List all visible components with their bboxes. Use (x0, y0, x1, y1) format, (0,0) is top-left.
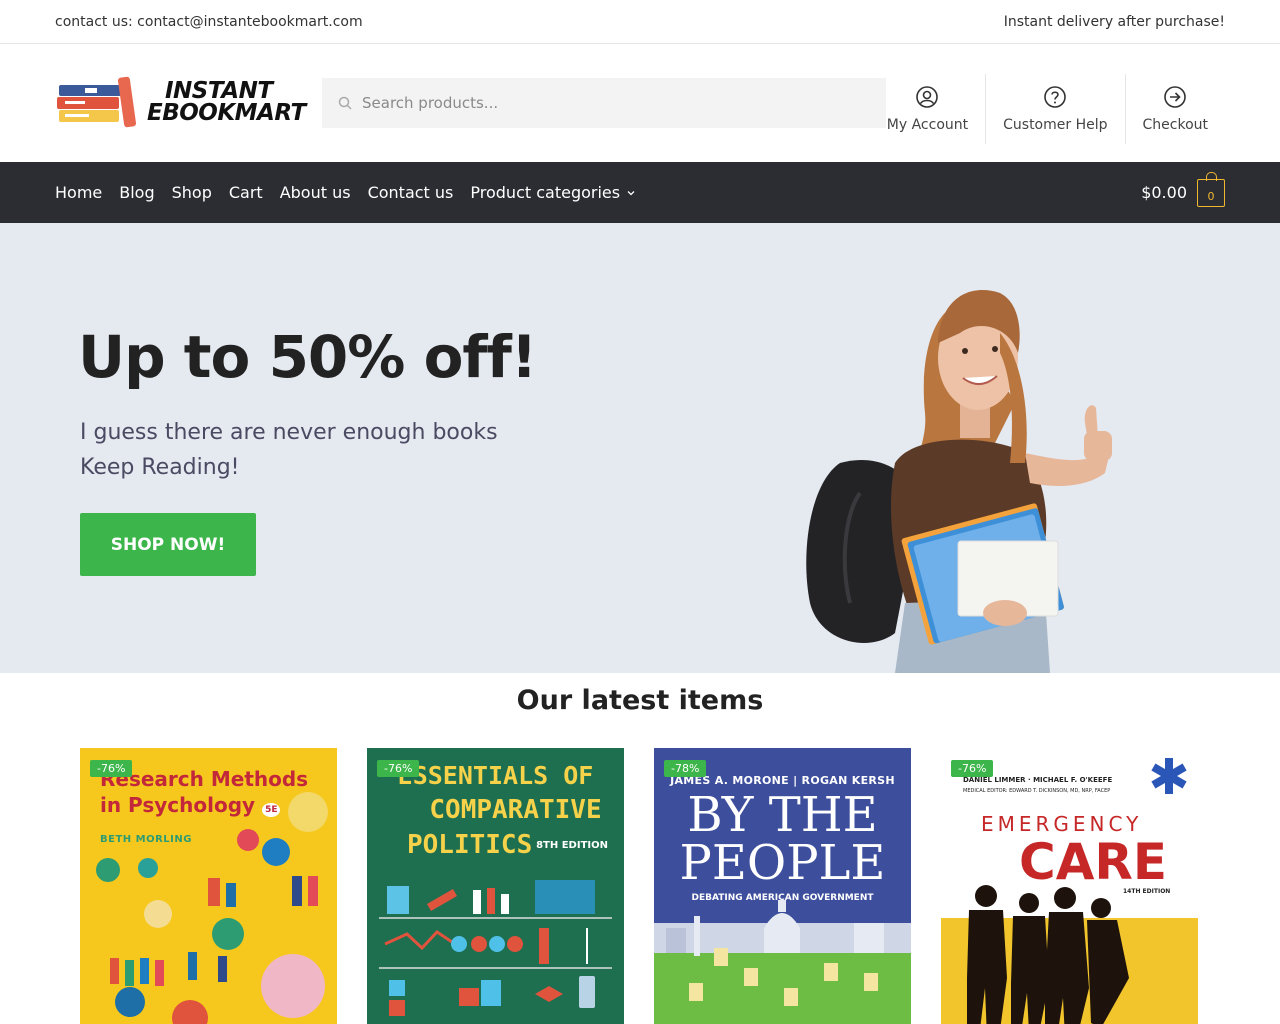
cover-edition: 8TH EDITION (536, 840, 608, 851)
books-logo-icon (55, 75, 139, 131)
contact-text: contact us: contact@instantebookmart.com (55, 13, 363, 30)
nav-product-categories-label: Product categories (470, 183, 621, 202)
header-cart[interactable]: $0.00 0 (1141, 171, 1225, 207)
nav-blog[interactable]: Blog (119, 183, 154, 202)
hero-title: Up to 50% off! (78, 323, 537, 391)
logo-line-2: EBOOKMART (147, 100, 306, 126)
search-icon (338, 96, 352, 110)
search-input[interactable] (362, 94, 842, 112)
cover-title-line-2: CARE (1019, 833, 1168, 891)
my-account-label: My Account (886, 117, 969, 133)
arrow-circle-icon (1164, 86, 1187, 108)
customer-help-link[interactable]: Customer Help (985, 74, 1124, 144)
cover-medical-editor: MEDICAL EDITOR: EDWARD T. DICKINSON, MD,… (963, 788, 1111, 794)
cover-title: Research Methods in Psychology 5E BETH M… (100, 766, 337, 853)
cover-title: DANIEL LIMMER · MICHAEL F. O'KEEFE MEDIC… (941, 776, 1198, 895)
hero-subtitle: I guess there are never enough books Kee… (80, 415, 498, 485)
hero-line-2: Keep Reading! (80, 455, 240, 480)
cart-total: $0.00 (1141, 183, 1187, 202)
checkout-label: Checkout (1142, 117, 1209, 133)
cart-count: 0 (1207, 189, 1215, 203)
search-box[interactable] (322, 78, 886, 128)
logo-text: INSTANT EBOOKMART (147, 80, 306, 126)
header-links: My Account Customer Help Checkout (870, 74, 1225, 144)
question-icon (1044, 86, 1067, 108)
user-icon (916, 86, 939, 108)
product-grid: -76% Research Methods in Psychology 5E B… (0, 748, 1280, 1024)
cover-title-line-3: POLITICS 8TH EDITION (367, 828, 624, 863)
cover-title-line-1: Research Methods (100, 767, 309, 791)
product-card[interactable]: -76% DANIEL LIMMER · MICHAEL F. O'KEEFE … (941, 748, 1198, 1024)
product-card[interactable]: -76% Research Methods in Psychology 5E B… (80, 748, 337, 1024)
discount-badge: -76% (90, 760, 133, 777)
my-account-link[interactable]: My Account (870, 74, 985, 144)
discount-badge: -78% (664, 760, 707, 777)
site-logo[interactable]: INSTANT EBOOKMART (55, 73, 306, 133)
student-with-books-image (806, 290, 1112, 673)
nav-contact[interactable]: Contact us (368, 183, 454, 202)
nav-product-categories[interactable]: Product categories (470, 183, 636, 202)
nav-cart[interactable]: Cart (229, 183, 263, 202)
cover-author: BETH MORLING (100, 834, 192, 845)
cover-title: JAMES A. MORONE | ROGAN KERSH BY THE PEO… (654, 774, 911, 903)
latest-items-title: Our latest items (516, 685, 764, 716)
cover-subtitle: DEBATING AMERICAN GOVERNMENT (691, 893, 874, 903)
site-header: INSTANT EBOOKMART My Account Customer (0, 44, 1280, 162)
delivery-text: Instant delivery after purchase! (1003, 13, 1225, 30)
cover-authors: DANIEL LIMMER · MICHAEL F. O'KEEFE (963, 776, 1113, 784)
discount-badge: -76% (951, 760, 994, 777)
hero-banner: Up to 50% off! I guess there are never e… (0, 223, 1280, 673)
discount-badge: -76% (377, 760, 420, 777)
nav-about[interactable]: About us (280, 183, 351, 202)
cover-title-line-2: COMPARATIVE (429, 795, 602, 825)
product-card[interactable]: -76% ESSENTIALS OF COMPARATIVE POLITICS … (367, 748, 624, 1024)
cart-bag-icon: 0 (1197, 171, 1225, 207)
cover-title-line-3-text: POLITICS (407, 830, 533, 860)
cover-title-line-2: PEOPLE (679, 835, 886, 891)
shop-now-button[interactable]: SHOP NOW! (80, 513, 256, 576)
cover-title-line-2: in Psychology 5E (100, 792, 337, 823)
top-bar: contact us: contact@instantebookmart.com… (0, 0, 1280, 44)
cover-edition: 5E (262, 803, 281, 817)
hero-line-1: I guess there are never enough books (80, 420, 498, 445)
cover-title-line-1: BY THE (687, 787, 878, 843)
main-nav: Home Blog Shop Cart About us Contact us … (0, 162, 1280, 223)
product-card[interactable]: -78% JAMES A. MORONE | ROGAN KERSH BY TH… (654, 748, 911, 1024)
checkout-link[interactable]: Checkout (1124, 74, 1226, 144)
cover-title-line-2-text: in Psychology (100, 793, 256, 817)
chevron-down-icon (627, 190, 635, 195)
nav-home[interactable]: Home (55, 183, 102, 202)
customer-help-label: Customer Help (1003, 117, 1108, 133)
nav-shop[interactable]: Shop (172, 183, 212, 202)
